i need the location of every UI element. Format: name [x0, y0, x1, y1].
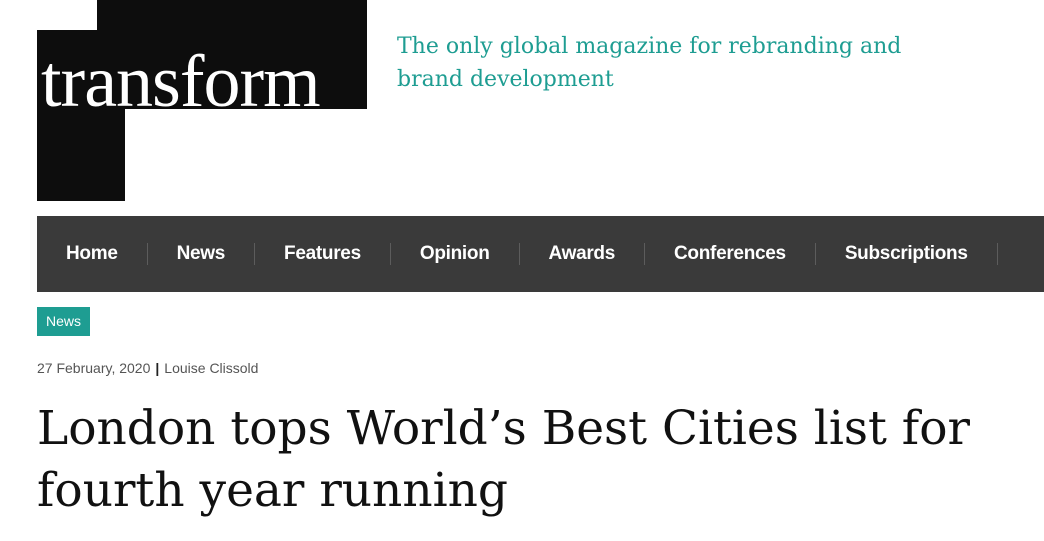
- logo-notch: [37, 0, 97, 30]
- nav-item-features[interactable]: Features: [255, 243, 391, 265]
- nav-item-conferences[interactable]: Conferences: [645, 243, 816, 265]
- article-date: 27 February, 2020: [37, 360, 151, 376]
- meta-separator: |: [155, 360, 160, 376]
- main-navigation: Home News Features Opinion Awards Confer…: [37, 216, 1044, 292]
- article-title: London tops World’s Best Cities list for…: [37, 401, 970, 518]
- nav-item-opinion[interactable]: Opinion: [391, 243, 520, 265]
- nav-item-news[interactable]: News: [148, 243, 256, 265]
- nav-item-awards[interactable]: Awards: [520, 243, 646, 265]
- article-meta: 27 February, 2020 | Louise Clissold: [37, 358, 258, 378]
- category-badge[interactable]: News: [37, 307, 91, 336]
- nav-item-home[interactable]: Home: [37, 243, 148, 265]
- site-logo[interactable]: transform: [37, 0, 367, 201]
- nav-item-subscriptions[interactable]: Subscriptions: [816, 243, 998, 265]
- logo-wordmark: transform: [41, 41, 321, 123]
- article-author[interactable]: Louise Clissold: [164, 360, 258, 376]
- page: transform The only global magazine for r…: [0, 0, 1044, 541]
- site-tagline: The only global magazine for rebranding …: [397, 34, 902, 92]
